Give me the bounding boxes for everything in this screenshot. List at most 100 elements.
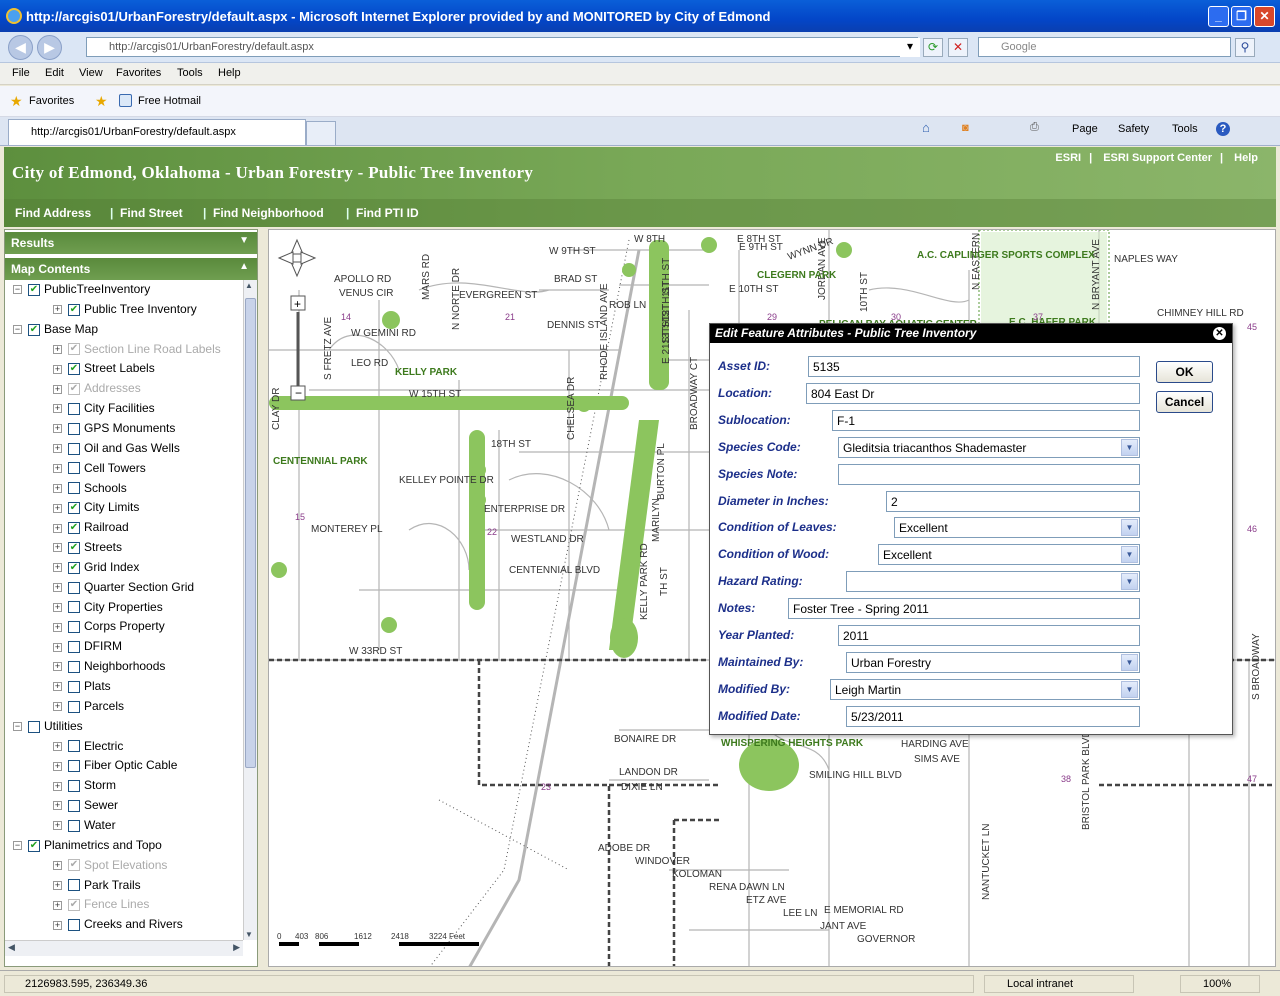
safety-menu[interactable]: Safety	[1118, 123, 1149, 135]
layer-checkbox[interactable]: ✔	[68, 343, 80, 356]
field-input[interactable]: Foster Tree - Spring 2011	[788, 598, 1140, 620]
ok-button[interactable]: OK	[1156, 361, 1213, 383]
expand-toggle-icon[interactable]: +	[53, 622, 62, 632]
field-select[interactable]: Urban Forestry ▼	[846, 651, 1140, 673]
tab-current[interactable]: http://arcgis01/UrbanForestry/default.as…	[8, 119, 306, 145]
field-select[interactable]: ▼	[846, 571, 1140, 593]
menu-edit[interactable]: Edit	[45, 67, 64, 79]
layer-checkbox[interactable]	[28, 720, 40, 733]
layer-checkbox[interactable]: ✔	[28, 283, 40, 296]
scroll-thumb[interactable]	[245, 298, 256, 768]
layer-item[interactable]: + ✔ Public Tree Inventory	[53, 302, 197, 320]
layer-checkbox[interactable]: ✔	[68, 899, 80, 912]
field-input[interactable]: 2	[886, 490, 1140, 512]
layer-item[interactable]: + ✔ Spot Elevations	[53, 858, 167, 876]
field-input[interactable]: 804 East Dr	[806, 382, 1140, 404]
layer-item[interactable]: + Sewer	[53, 798, 118, 816]
search-icon[interactable]: ⚲	[1235, 38, 1255, 57]
layer-item[interactable]: + ✔ City Limits	[53, 500, 139, 518]
layer-checkbox[interactable]: ✔	[68, 383, 80, 396]
layer-item[interactable]: + ✔ Section Line Road Labels	[53, 342, 221, 360]
layer-checkbox[interactable]	[68, 780, 80, 793]
url-dropdown-icon[interactable]: ▾	[900, 38, 920, 57]
layer-item[interactable]: + Electric	[53, 739, 123, 757]
layer-checkbox[interactable]	[68, 660, 80, 673]
layer-item[interactable]: + ✔ Streets	[53, 540, 122, 558]
results-header[interactable]: Results ▼	[5, 232, 257, 254]
layer-item[interactable]: + Cell Towers	[53, 461, 146, 479]
layer-checkbox[interactable]	[68, 601, 80, 614]
expand-toggle-icon[interactable]: +	[53, 503, 62, 513]
expand-toggle-icon[interactable]: +	[53, 424, 62, 434]
help-icon[interactable]: ?	[1216, 122, 1230, 136]
stop-icon[interactable]: ✕	[948, 38, 968, 57]
layer-checkbox[interactable]: ✔	[68, 502, 80, 515]
chevron-down-icon[interactable]: ▼	[1121, 438, 1138, 456]
esri-link[interactable]: ESRI	[1055, 152, 1081, 164]
expand-toggle-icon[interactable]: +	[53, 702, 62, 712]
chevron-down-icon[interactable]: ▼	[1121, 573, 1138, 591]
feeds-icon[interactable]: ◙	[962, 122, 969, 134]
expand-toggle-icon[interactable]: +	[53, 563, 62, 573]
home-icon[interactable]: ⌂	[922, 120, 930, 135]
horizontal-scrollbar[interactable]: ◀ ▶	[5, 940, 243, 956]
menu-tools[interactable]: Tools	[177, 67, 203, 79]
layer-item[interactable]: + ✔ Street Labels	[53, 361, 155, 379]
menu-help[interactable]: Help	[218, 67, 241, 79]
layer-checkbox[interactable]	[68, 879, 80, 892]
new-tab-button[interactable]	[306, 121, 336, 145]
layer-item[interactable]: + Water	[53, 818, 116, 836]
expand-toggle-icon[interactable]: +	[53, 583, 62, 593]
expand-toggle-icon[interactable]: +	[53, 364, 62, 374]
layer-item[interactable]: + Quarter Section Grid	[53, 580, 194, 598]
expand-toggle-icon[interactable]: +	[53, 344, 62, 354]
find-street-link[interactable]: Find Street	[120, 206, 183, 220]
layer-item[interactable]: + Parcels	[53, 699, 124, 717]
field-select[interactable]: Leigh Martin ▼	[830, 678, 1140, 700]
search-input[interactable]: Google	[978, 37, 1231, 57]
layer-checkbox[interactable]: ✔	[68, 303, 80, 316]
page-menu[interactable]: Page	[1072, 123, 1098, 135]
minimize-button[interactable]: _	[1208, 6, 1229, 27]
layer-item[interactable]: + Schools	[53, 481, 127, 499]
field-select[interactable]: Excellent ▼	[878, 544, 1140, 566]
field-select[interactable]: Excellent ▼	[894, 517, 1140, 539]
chevron-down-icon[interactable]: ▼	[1121, 546, 1138, 564]
find-neighborhood-link[interactable]: Find Neighborhood	[213, 206, 324, 220]
back-button[interactable]: ◀	[8, 35, 33, 60]
expand-toggle-icon[interactable]: +	[53, 781, 62, 791]
layer-item[interactable]: + Fiber Optic Cable	[53, 758, 177, 776]
expand-toggle-icon[interactable]: +	[53, 404, 62, 414]
close-icon[interactable]: ✕	[1213, 327, 1226, 340]
url-input[interactable]: http://arcgis01/UrbanForestry/default.as…	[86, 37, 918, 57]
field-input[interactable]: 5135	[808, 356, 1140, 377]
layer-checkbox[interactable]	[68, 482, 80, 495]
menu-favorites[interactable]: Favorites	[116, 67, 161, 79]
expand-toggle-icon[interactable]: +	[53, 801, 62, 811]
cancel-button[interactable]: Cancel	[1156, 391, 1213, 413]
expand-toggle-icon[interactable]: +	[53, 761, 62, 771]
layer-item[interactable]: − ✔ PublicTreeInventory	[13, 282, 150, 300]
layer-checkbox[interactable]: ✔	[28, 323, 40, 336]
chevron-down-icon[interactable]: ▼	[1121, 680, 1138, 698]
layer-item[interactable]: + DFIRM	[53, 639, 122, 657]
field-input[interactable]: F-1	[832, 409, 1140, 431]
layer-item[interactable]: − ✔ Planimetrics and Topo	[13, 838, 162, 856]
expand-toggle-icon[interactable]: +	[53, 900, 62, 910]
expand-toggle-icon[interactable]: +	[53, 602, 62, 612]
expand-toggle-icon[interactable]: +	[53, 384, 62, 394]
layer-checkbox[interactable]	[68, 442, 80, 455]
esri-support-link[interactable]: ESRI Support Center	[1103, 152, 1212, 164]
field-select[interactable]: Gleditsia triacanthos Shademaster ▼	[838, 436, 1140, 458]
layer-item[interactable]: + ✔ Addresses	[53, 381, 141, 399]
expand-toggle-icon[interactable]: +	[53, 305, 62, 315]
layer-checkbox[interactable]	[68, 621, 80, 634]
layer-checkbox[interactable]	[68, 680, 80, 693]
expand-toggle-icon[interactable]: +	[53, 463, 62, 473]
chevron-down-icon[interactable]: ▼	[1121, 519, 1138, 537]
maximize-button[interactable]: ❐	[1231, 6, 1252, 27]
layer-item[interactable]: + Neighborhoods	[53, 659, 165, 677]
layer-item[interactable]: + Creeks and Rivers	[53, 917, 183, 935]
layer-checkbox[interactable]	[68, 799, 80, 812]
add-favorite-icon[interactable]: ★	[95, 93, 108, 110]
